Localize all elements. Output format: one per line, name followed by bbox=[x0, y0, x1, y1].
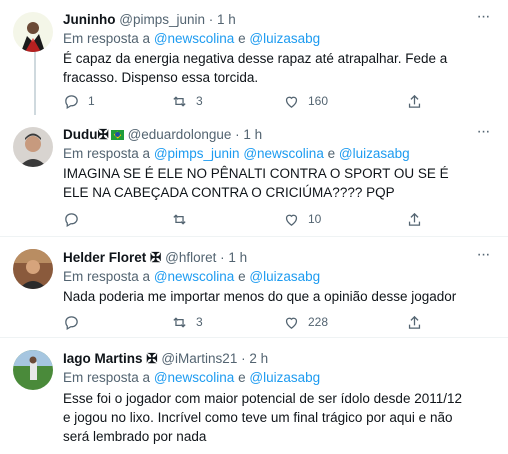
tweet-header: Helder Floret ✠ @hfloret · 1 h bbox=[63, 248, 468, 268]
reply-separator: e bbox=[238, 370, 246, 385]
timestamp[interactable]: 2 h bbox=[249, 351, 268, 366]
reply-feed: Juninho @pimps_junin · 1 h ··· Em respos… bbox=[0, 0, 508, 454]
tweet-card[interactable]: Helder Floret ✠ @hfloret · 1 h ··· Em re… bbox=[0, 237, 508, 338]
separator-dot: · bbox=[235, 127, 240, 142]
reply-context: Em resposta a @newscolina e @luizasabg bbox=[63, 30, 320, 48]
reply-context: Em resposta a @pimps_junin @newscolina e… bbox=[63, 145, 410, 163]
heart-icon bbox=[285, 96, 298, 108]
like-button[interactable]: 228 bbox=[283, 312, 328, 332]
more-options-icon[interactable]: ··· bbox=[472, 9, 494, 30]
brazil-flag-icon bbox=[110, 130, 124, 141]
reply-icon bbox=[65, 212, 78, 227]
mention-link[interactable]: @newscolina bbox=[154, 31, 235, 46]
reply-context: Em resposta a @newscolina e @luizasabg bbox=[63, 369, 320, 387]
retweet-icon bbox=[173, 213, 186, 225]
separator-dot: · bbox=[208, 12, 214, 27]
reply-context: Em resposta a @newscolina e @luizasabg bbox=[63, 268, 320, 286]
reply-prefix: Em resposta a bbox=[63, 269, 151, 284]
mention-link[interactable]: @pimps_junin bbox=[154, 146, 240, 161]
mention-link[interactable]: @luizasabg bbox=[249, 269, 320, 284]
mention-link[interactable]: @luizasabg bbox=[339, 146, 410, 161]
tweet-text: Nada poderia me importar menos do que a … bbox=[63, 289, 457, 304]
tweet-card[interactable]: Juninho @pimps_junin · 1 h ··· Em respos… bbox=[0, 0, 508, 115]
avatar[interactable] bbox=[13, 127, 53, 167]
action-bar: 3 228 bbox=[58, 312, 438, 332]
reply-button[interactable] bbox=[63, 312, 88, 332]
mention-link[interactable]: @newscolina bbox=[243, 146, 324, 161]
user-handle[interactable]: @hfloret bbox=[165, 250, 216, 265]
tweet-header: Iago Martins ✠ @iMartins21 · 2 h bbox=[63, 349, 468, 369]
share-icon bbox=[408, 212, 421, 226]
reply-prefix: Em resposta a bbox=[63, 146, 151, 161]
reply-icon bbox=[65, 94, 78, 109]
tweet-text: É capaz da energia negativa desse rapaz … bbox=[63, 51, 448, 85]
like-count: 228 bbox=[308, 315, 329, 329]
display-name[interactable]: Helder Floret ✠ bbox=[63, 250, 161, 265]
avatar[interactable] bbox=[13, 350, 53, 390]
retweet-count: 3 bbox=[196, 94, 203, 108]
share-icon bbox=[408, 315, 421, 329]
retweet-count: 3 bbox=[196, 315, 203, 329]
more-options-icon[interactable]: ··· bbox=[472, 247, 494, 268]
heart-icon bbox=[285, 317, 298, 329]
tweet-header: Juninho @pimps_junin · 1 h bbox=[63, 10, 468, 30]
reply-prefix: Em resposta a bbox=[63, 31, 151, 46]
like-count: 10 bbox=[308, 212, 322, 226]
timestamp[interactable]: 1 h bbox=[217, 12, 236, 27]
reply-separator: e bbox=[327, 146, 336, 161]
tweet-card[interactable]: Iago Martins ✠ @iMartins21 · 2 h Em resp… bbox=[0, 338, 508, 454]
like-button[interactable]: 160 bbox=[283, 91, 328, 111]
retweet-icon bbox=[173, 95, 186, 107]
retweet-button[interactable] bbox=[171, 209, 196, 229]
heart-icon bbox=[285, 214, 298, 226]
reply-icon bbox=[65, 315, 78, 330]
share-button[interactable] bbox=[406, 91, 423, 111]
display-name[interactable]: Juninho bbox=[63, 12, 116, 27]
like-button[interactable]: 10 bbox=[283, 209, 321, 229]
mention-link[interactable]: @newscolina bbox=[154, 269, 235, 284]
avatar[interactable] bbox=[13, 249, 53, 289]
avatar[interactable] bbox=[13, 12, 53, 52]
retweet-button[interactable]: 3 bbox=[171, 312, 203, 332]
separator-dot: · bbox=[241, 351, 246, 366]
reply-separator: e bbox=[238, 31, 246, 46]
tweet-text: IMAGINA SE É ELE NO PÊNALTI CONTRA O SPO… bbox=[63, 166, 449, 200]
mention-link[interactable]: @luizasabg bbox=[249, 31, 320, 46]
display-name[interactable]: Dudu✠ bbox=[63, 127, 109, 142]
like-count: 160 bbox=[308, 94, 329, 108]
action-bar: 10 bbox=[58, 209, 438, 229]
share-button[interactable] bbox=[406, 209, 423, 229]
mention-link[interactable]: @luizasabg bbox=[249, 370, 320, 385]
share-icon bbox=[408, 94, 421, 108]
timestamp[interactable]: 1 h bbox=[228, 250, 247, 265]
separator-dot: · bbox=[220, 250, 225, 265]
retweet-button[interactable]: 3 bbox=[171, 91, 203, 111]
reply-button[interactable] bbox=[63, 209, 88, 229]
tweet-header: Dudu✠ @eduardolongue · 1 h bbox=[63, 125, 468, 145]
user-handle[interactable]: @pimps_junin bbox=[119, 12, 205, 27]
tweet-card[interactable]: Dudu✠ @eduardolongue · 1 h ··· Em respos… bbox=[0, 115, 508, 237]
mention-link[interactable]: @newscolina bbox=[154, 370, 235, 385]
reply-button[interactable]: 1 bbox=[63, 91, 95, 111]
more-options-icon[interactable]: ··· bbox=[472, 124, 494, 145]
user-handle[interactable]: @eduardolongue bbox=[128, 127, 232, 142]
reply-prefix: Em resposta a bbox=[63, 370, 151, 385]
display-name[interactable]: Iago Martins ✠ bbox=[63, 351, 158, 366]
tweet-text: Esse foi o jogador com maior potencial d… bbox=[63, 391, 462, 444]
share-button[interactable] bbox=[406, 312, 423, 332]
reply-count: 1 bbox=[88, 94, 95, 108]
timestamp[interactable]: 1 h bbox=[243, 127, 262, 142]
action-bar: 1 3 160 bbox=[58, 91, 438, 111]
user-handle[interactable]: @iMartins21 bbox=[161, 351, 237, 366]
thread-line bbox=[34, 52, 36, 115]
retweet-icon bbox=[173, 316, 186, 328]
reply-separator: e bbox=[238, 269, 246, 284]
